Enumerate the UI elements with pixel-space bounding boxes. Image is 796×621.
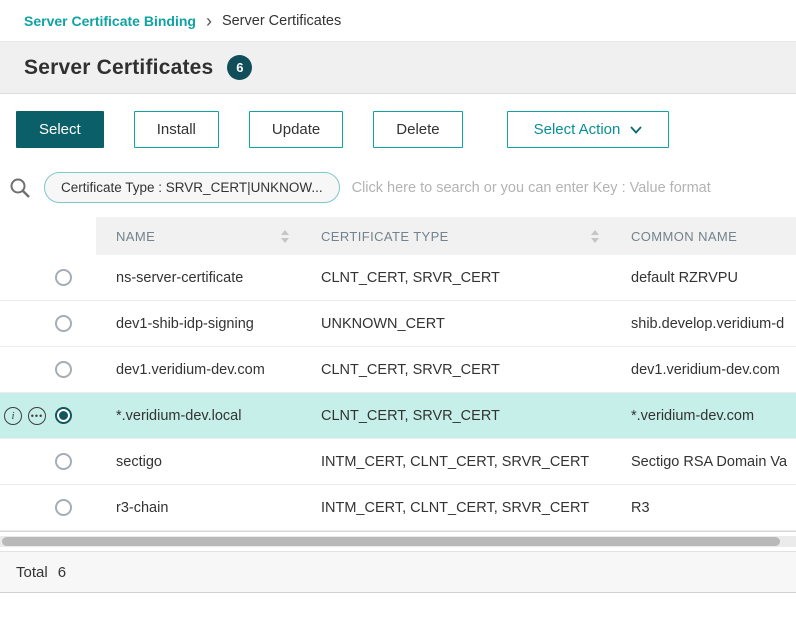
table-row[interactable]: i ••• r3-chain INTM_CERT, CLNT_CERT, SRV… [0, 485, 796, 531]
row-radio[interactable] [55, 269, 72, 286]
row-certificate-type: CLNT_CERT, SRVR_CERT [301, 362, 611, 378]
row-name: sectigo [96, 454, 301, 470]
table-body: i ••• ns-server-certificate CLNT_CERT, S… [0, 255, 796, 531]
table-header-row: NAME CERTIFICATE TYPE COMMON NAME [0, 217, 796, 255]
count-badge: 6 [227, 55, 252, 80]
certificates-table: NAME CERTIFICATE TYPE COMMON NAME i ••• … [0, 217, 796, 532]
breadcrumb: Server Certificate Binding › Server Cert… [0, 0, 796, 41]
row-select-cell: i ••• [0, 269, 96, 287]
table-footer: Total 6 [0, 551, 796, 593]
row-common-name: *.veridium-dev.com [611, 408, 796, 424]
row-radio[interactable] [55, 361, 72, 378]
row-radio[interactable] [55, 499, 72, 516]
ellipsis-menu-icon[interactable]: ••• [28, 407, 46, 425]
table-row[interactable]: i ••• dev1.veridium-dev.com CLNT_CERT, S… [0, 347, 796, 393]
header-name[interactable]: NAME [96, 217, 301, 255]
row-certificate-type: CLNT_CERT, SRVR_CERT [301, 408, 611, 424]
horizontal-scrollbar-thumb[interactable] [2, 537, 780, 546]
row-name: ns-server-certificate [96, 270, 301, 286]
row-common-name: R3 [611, 500, 796, 516]
row-certificate-type: CLNT_CERT, SRVR_CERT [301, 270, 611, 286]
install-button[interactable]: Install [134, 111, 219, 148]
sort-icon [583, 230, 599, 243]
row-certificate-type: INTM_CERT, CLNT_CERT, SRVR_CERT [301, 500, 611, 516]
header-certificate-type[interactable]: CERTIFICATE TYPE [301, 217, 611, 255]
row-select-cell: i ••• [0, 453, 96, 471]
row-name: *.veridium-dev.local [96, 408, 301, 424]
breadcrumb-separator-icon: › [206, 14, 212, 28]
row-common-name: shib.develop.veridium-d [611, 316, 796, 332]
row-name: r3-chain [96, 500, 301, 516]
info-icon[interactable]: i [4, 407, 22, 425]
row-select-cell: i ••• [0, 315, 96, 333]
header-select-column [0, 217, 96, 255]
row-name: dev1.veridium-dev.com [96, 362, 301, 378]
row-name: dev1-shib-idp-signing [96, 316, 301, 332]
row-select-cell: i ••• [0, 499, 96, 517]
sort-icon [273, 230, 289, 243]
breadcrumb-current: Server Certificates [222, 13, 341, 29]
row-radio[interactable] [55, 407, 72, 424]
row-common-name: dev1.veridium-dev.com [611, 362, 796, 378]
title-bar: Server Certificates 6 [0, 41, 796, 94]
select-action-label: Select Action [534, 121, 621, 138]
toolbar: Select Install Update Delete Select Acti… [0, 94, 796, 162]
search-input[interactable] [352, 180, 780, 196]
table-row[interactable]: i ••• dev1-shib-idp-signing UNKNOWN_CERT… [0, 301, 796, 347]
row-common-name: default RZRVPU [611, 270, 796, 286]
select-button[interactable]: Select [16, 111, 104, 148]
filter-chip-certificate-type[interactable]: Certificate Type : SRVR_CERT|UNKNOW... [44, 172, 340, 203]
row-select-cell: i ••• [0, 407, 96, 425]
table-row[interactable]: i ••• *.veridium-dev.local CLNT_CERT, SR… [0, 393, 796, 439]
page-title: Server Certificates [24, 56, 213, 80]
table-row[interactable]: i ••• ns-server-certificate CLNT_CERT, S… [0, 255, 796, 301]
update-button[interactable]: Update [249, 111, 343, 148]
select-action-dropdown[interactable]: Select Action [507, 111, 670, 148]
search-icon[interactable] [8, 176, 32, 200]
header-common-name[interactable]: COMMON NAME [611, 217, 796, 255]
total-label: Total [16, 564, 48, 581]
horizontal-scrollbar-track[interactable] [0, 536, 796, 547]
chevron-down-icon [630, 121, 642, 138]
search-bar: Certificate Type : SRVR_CERT|UNKNOW... [0, 162, 796, 217]
row-certificate-type: UNKNOWN_CERT [301, 316, 611, 332]
row-radio[interactable] [55, 315, 72, 332]
row-select-cell: i ••• [0, 361, 96, 379]
row-certificate-type: INTM_CERT, CLNT_CERT, SRVR_CERT [301, 454, 611, 470]
table-row[interactable]: i ••• sectigo INTM_CERT, CLNT_CERT, SRVR… [0, 439, 796, 485]
delete-button[interactable]: Delete [373, 111, 462, 148]
total-value: 6 [58, 564, 66, 581]
row-radio[interactable] [55, 453, 72, 470]
breadcrumb-link-server-certificate-binding[interactable]: Server Certificate Binding [24, 13, 196, 29]
row-common-name: Sectigo RSA Domain Va [611, 454, 796, 470]
